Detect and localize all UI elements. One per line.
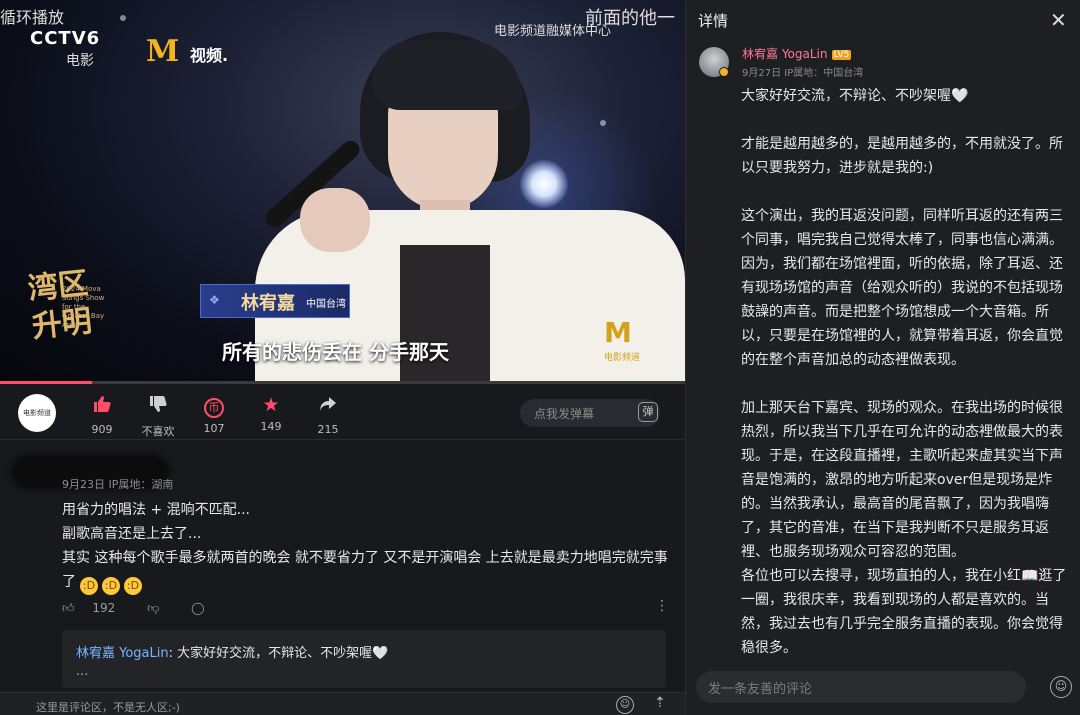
loop-play-label[interactable]: 循环播放 — [0, 4, 64, 28]
comment-stats: 👍︎ 192 👎︎ ◯ — [62, 601, 233, 616]
coin-glyph: 币 — [204, 398, 224, 418]
action-bar: 电影频道 909 不喜欢 币 107 ★ 149 215 点我发弹幕 弹 — [0, 384, 685, 440]
bottom-comment-input[interactable]: 这里是评论区，不是无人区;-) — [36, 699, 180, 715]
comment-text: 用省力的唱法 + 混响不匹配... 副歌高音还是上去了... 其实 这种每个歌手… — [62, 498, 672, 595]
detail-paragraph: 大家好好交流，不辩论、不吵架喔🤍 — [741, 88, 969, 104]
thumbs-up-icon — [72, 394, 132, 419]
comment-line: 其实 这种每个歌手最多就两首的晚会 就不要省力了 又不是开演唱会 上去就是最卖力… — [62, 550, 668, 590]
detail-paragraph: 加上那天台下嘉宾、现场的观众。在我出场的时候很热烈，所以我当下几乎在可允许的动态… — [741, 400, 1063, 560]
dislike-label: 不喜欢 — [141, 425, 175, 438]
video-player[interactable]: 循环播放 CCTV6 电影 M 视频. 电影频道融媒体中心 前面的他一 湾区升明… — [0, 0, 685, 384]
nameplate-region: 中国台湾 — [306, 299, 346, 310]
video-subtitle: 所有的悲伤丢在 分手那天 — [222, 340, 449, 364]
video-comment-pane: 循环播放 CCTV6 电影 M 视频. 电影频道融媒体中心 前面的他一 湾区升明… — [0, 0, 685, 715]
like-count: 909 — [91, 423, 113, 436]
laugh-emoji-icon: :D:D:D — [80, 574, 146, 595]
thumbs-up-icon: 👍︎ — [62, 601, 75, 615]
cctv-sub-label: 电影 — [66, 53, 94, 69]
comment-like-button[interactable]: 👍︎ 192 — [62, 601, 129, 615]
dislike-button[interactable]: 不喜欢 — [128, 394, 188, 439]
star-icon: ★ — [262, 394, 280, 416]
singer-fringe — [372, 40, 522, 110]
chat-bubble-icon: ◯ — [191, 601, 205, 615]
reply-text: : 大家好好交流，不辩论、不吵架喔🤍 — [168, 646, 389, 661]
author-name[interactable]: 林宥嘉 YogaLin LV5 — [742, 45, 852, 62]
author-meta: 9月27日 IP属地：中国台湾 — [742, 68, 864, 79]
comment-like-count: 192 — [92, 601, 116, 615]
coin-button[interactable]: 币 107 — [184, 394, 244, 435]
detail-comment-input[interactable]: 发一条友善的评论 — [696, 671, 1026, 703]
stage-light — [520, 160, 568, 208]
watermark-logo: M — [604, 316, 632, 349]
coin-icon: 币 — [184, 394, 244, 418]
comment-reply-button[interactable]: ◯ — [191, 601, 218, 615]
bottom-comment-bar: 这里是评论区，不是无人区;-) ☺ ⇡ — [0, 692, 685, 715]
coin-count: 107 — [203, 422, 225, 435]
comment-line: 用省力的唱法 + 混响不匹配... — [62, 502, 250, 518]
emoji-icon[interactable]: ☺ — [616, 696, 634, 714]
share-icon — [298, 394, 358, 419]
comment-line: 副歌高音还是上去了... — [62, 526, 202, 542]
singer-hand — [300, 188, 370, 252]
reply-preview[interactable]: 林宥嘉 YogaLin: 大家好好交流，不辩论、不吵架喔🤍 ... — [62, 630, 666, 688]
verified-badge-icon — [719, 67, 729, 77]
nameplate-logo-icon: ❖ — [209, 293, 220, 307]
detail-paragraph: 才能是越用越多的，是越用越多的，不用就没了。所以只要我努力，进步就是我的:) — [741, 136, 1063, 176]
detail-input-placeholder: 发一条友善的评论 — [708, 682, 813, 697]
author-name-text: 林宥嘉 YogaLin — [742, 47, 828, 61]
channel-avatar[interactable]: 电影频道 — [18, 394, 56, 432]
danmu-toggle-button[interactable]: 弹 — [638, 402, 658, 422]
scroll-top-icon[interactable]: ⇡ — [654, 695, 666, 711]
thumbs-down-icon — [128, 394, 188, 419]
comment-meta: 9月23日 IP属地：湖南 — [62, 478, 174, 491]
channel-avatar-label: 电影频道 — [23, 409, 51, 417]
stage-dot — [600, 120, 606, 126]
level-badge: LV5 — [831, 50, 852, 60]
m-video-logo: M — [146, 34, 180, 69]
danmu-placeholder: 点我发弹幕 — [534, 407, 595, 421]
before-text-overlay: 前面的他一 — [585, 8, 675, 29]
like-button[interactable]: 909 — [72, 394, 132, 436]
thumbs-down-icon: 👎︎ — [147, 601, 160, 615]
comment-dislike-button[interactable]: 👎︎ — [147, 601, 173, 615]
stage-dot — [120, 15, 126, 21]
comment-item: 9月23日 IP属地：湖南 用省力的唱法 + 混响不匹配... 副歌高音还是上去… — [0, 446, 685, 688]
close-icon[interactable]: ✕ — [1050, 8, 1067, 32]
details-panel: 详情 ✕ 林宥嘉 YogaLin LV5 9月27日 IP属地：中国台湾 大家好好… — [685, 0, 1080, 715]
more-options-icon[interactable]: ⋮ — [655, 598, 669, 614]
m-video-label: 视频. — [190, 46, 229, 65]
name-plate: ❖ 林宥嘉 中国台湾 — [200, 284, 350, 318]
panel-title: 详情 — [698, 12, 729, 30]
share-count: 215 — [317, 423, 339, 436]
detail-paragraph: 这个演出，我的耳返没问题，同样听耳返的还有两三个同事，唱完我自己觉得太棒了，同事… — [741, 208, 1063, 368]
cctv-logo: CCTV6 — [30, 28, 101, 49]
reply-ellipsis: ... — [76, 664, 89, 679]
favorite-button[interactable]: ★ 149 — [241, 394, 301, 433]
emoji-icon[interactable]: ☺ — [1050, 676, 1072, 698]
detail-body: 大家好好交流，不辩论、不吵架喔🤍 才能是越用越多的，是越用越多的，不用就没了。所… — [741, 84, 1067, 660]
reply-author[interactable]: 林宥嘉 YogaLin — [76, 646, 169, 661]
reply-line: 林宥嘉 YogaLin: 大家好好交流，不辩论、不吵架喔🤍 — [76, 642, 388, 661]
watermark-label: 电影频道 — [604, 353, 641, 363]
share-button[interactable]: 215 — [298, 394, 358, 436]
show-title-sub: 2024 Mova Songs Show for the Greater Bay… — [62, 285, 105, 329]
favorite-count: 149 — [260, 420, 282, 433]
nameplate-name: 林宥嘉 — [241, 293, 295, 314]
detail-paragraph: 各位也可以去搜寻，现场直拍的人，我在小红📖逛了一圈，我很庆幸，我看到现场的人都是… — [741, 568, 1067, 656]
